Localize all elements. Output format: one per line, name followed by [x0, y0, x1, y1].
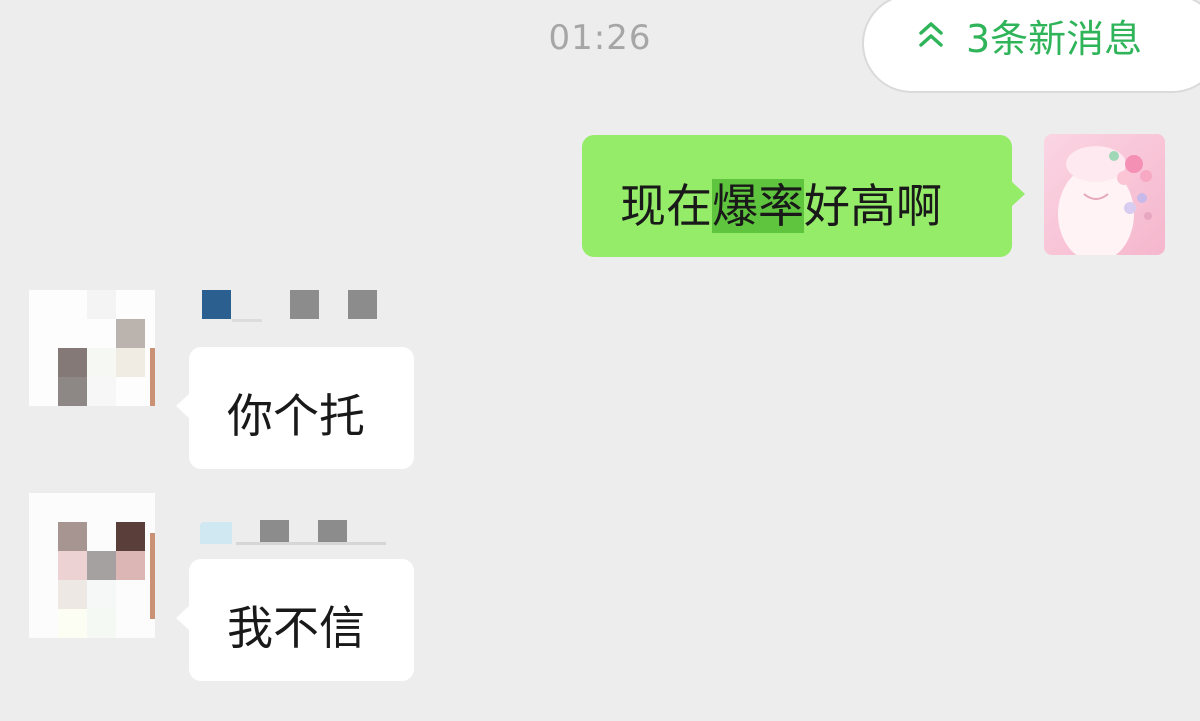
contact-name-redacted	[202, 290, 382, 322]
contact-avatar[interactable]	[29, 290, 155, 406]
message-bubble-incoming[interactable]: 我不信	[176, 559, 414, 681]
bubble-tail	[1011, 181, 1025, 207]
contact-name-redacted	[200, 520, 390, 548]
message-text-part: 好高啊	[804, 179, 942, 233]
new-messages-label: 3条新消息	[966, 17, 1143, 61]
bubble-tail	[176, 393, 190, 419]
message-text-part: 现在	[620, 179, 712, 233]
my-avatar[interactable]	[1044, 134, 1165, 255]
bubble-tail	[176, 605, 190, 631]
message-text: 我不信	[227, 601, 365, 655]
new-messages-button[interactable]: 3条新消息	[862, 0, 1200, 93]
highlighted-text: 爆率	[712, 179, 804, 233]
message-bubble-outgoing[interactable]: 现在爆率好高啊	[582, 135, 1025, 257]
contact-avatar[interactable]	[29, 493, 155, 638]
message-bubble-incoming[interactable]: 你个托	[176, 347, 414, 469]
message-text: 你个托	[227, 389, 365, 443]
double-chevron-up-icon	[916, 16, 946, 54]
